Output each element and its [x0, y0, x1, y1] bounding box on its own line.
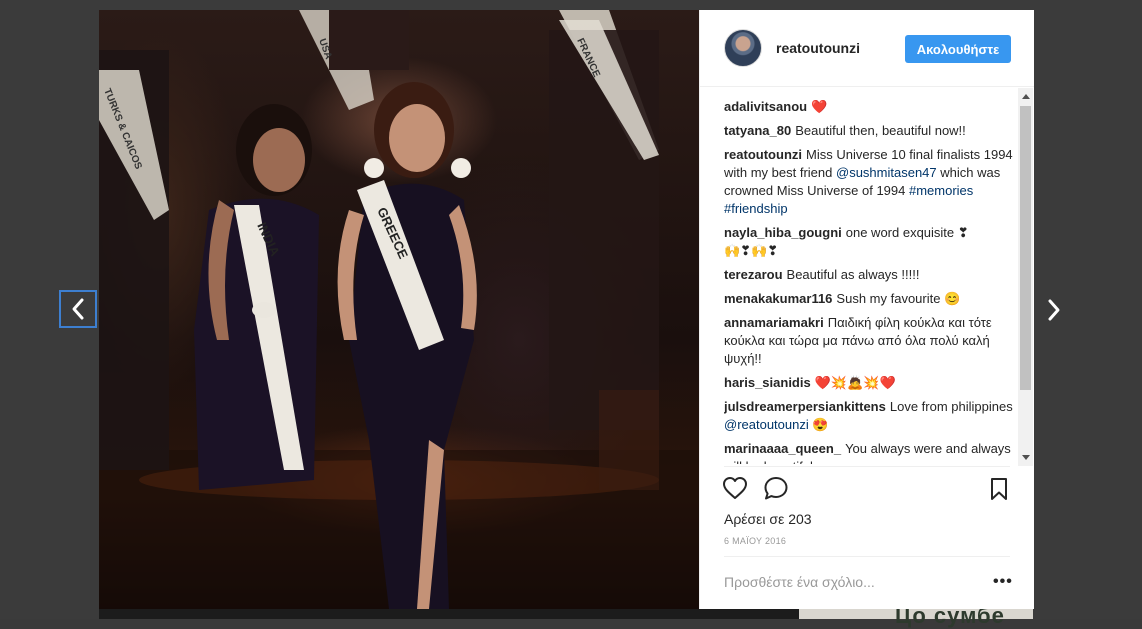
comment-emoji: ❤️💥🙇💥❤️: [814, 375, 896, 390]
chevron-right-icon: [1048, 299, 1060, 321]
comment-username[interactable]: annamariamakri: [724, 315, 824, 330]
comment-emoji: 😍: [812, 417, 829, 432]
comments-list[interactable]: adalivitsanou ❤️ tatyana_80 Beautiful then…: [724, 98, 1016, 464]
comment-text: Beautiful then, beautiful now!!: [795, 123, 966, 138]
comment-username[interactable]: reatoutounzi: [724, 147, 802, 162]
comment-username[interactable]: julsdreamerpersiankittens: [724, 399, 886, 414]
hashtag-link[interactable]: #friendship: [724, 201, 788, 216]
post-photo[interactable]: INDIA GREECE TURKS & CAICOS USA FRANCE: [99, 10, 699, 609]
comment-item: adalivitsanou ❤️: [724, 98, 1016, 116]
heart-icon: [723, 477, 747, 499]
likes-count[interactable]: Αρέσει σε 203: [724, 511, 812, 527]
comment-emoji: 😊: [944, 291, 961, 306]
scroll-down-icon[interactable]: [1022, 455, 1030, 460]
chevron-left-icon: [72, 298, 84, 320]
scroll-up-icon[interactable]: [1022, 94, 1030, 99]
comment-username[interactable]: nayla_hiba_gougni: [724, 225, 842, 240]
comment-username[interactable]: tatyana_80: [724, 123, 791, 138]
comment-item: marinaaaa_queen_ You always were and alwa…: [724, 440, 1016, 464]
comment-username[interactable]: marinaaaa_queen_: [724, 441, 841, 456]
comments-scrollbar[interactable]: [1018, 88, 1033, 466]
save-button[interactable]: [989, 477, 1009, 506]
comment-text: one word exquisite ❣: [845, 225, 969, 240]
post-date[interactable]: 6 ΜΑΪΟΥ 2016: [724, 536, 786, 546]
comment-emoji: 🙌❣🙌❣: [724, 243, 779, 258]
comment-text: Beautiful as always !!!!!: [786, 267, 920, 282]
comment-mention[interactable]: @sushmitasen47: [836, 165, 937, 180]
comment-item: terezarou Beautiful as always !!!!!: [724, 266, 1016, 284]
comment-item: menakakumar116 Sush my favourite 😊: [724, 290, 1016, 308]
comment-username[interactable]: menakakumar116: [724, 291, 832, 306]
photo-illustration: INDIA GREECE TURKS & CAICOS USA FRANCE: [99, 10, 699, 609]
more-options-button[interactable]: •••: [993, 573, 1013, 591]
comment-item: haris_sianidis ❤️💥🙇💥❤️: [724, 374, 1016, 392]
comment-button[interactable]: [763, 476, 789, 506]
previous-post-button[interactable]: [59, 290, 97, 328]
divider: [724, 556, 1010, 557]
bookmark-icon: [991, 478, 1007, 500]
post-username[interactable]: reatoutounzi: [776, 40, 860, 56]
post-header: reatoutounzi Ακολουθήστε: [700, 10, 1034, 87]
comment-username[interactable]: terezarou: [724, 267, 783, 282]
comment-emoji: ❤️: [811, 99, 828, 114]
like-button[interactable]: [722, 476, 748, 505]
post-details-panel: reatoutounzi Ακολουθήστε adalivitsanou ❤️…: [699, 10, 1034, 609]
comment-username[interactable]: adalivitsanou: [724, 99, 807, 114]
comment-mention[interactable]: @reatoutounzi: [724, 417, 809, 432]
comment-username[interactable]: haris_sianidis: [724, 375, 811, 390]
next-post-button[interactable]: [1040, 292, 1068, 328]
divider: [724, 466, 1010, 467]
comment-text: Sush my favourite: [836, 291, 941, 306]
comment-item: reatoutounzi Miss Universe 10 final final…: [724, 146, 1016, 218]
add-comment-input[interactable]: [724, 572, 964, 592]
comment-text: Love from philippines: [889, 399, 1013, 414]
avatar[interactable]: [724, 29, 762, 67]
comment-item: tatyana_80 Beautiful then, beautiful now!…: [724, 122, 1016, 140]
hashtag-link[interactable]: #memories: [909, 183, 973, 198]
background-page-peek: Цо сумбе: [99, 603, 1033, 628]
comment-item: julsdreamerpersiankittens Love from phili…: [724, 398, 1016, 434]
comment-item: annamariamakri Παιδική φίλη κούκλα και τό…: [724, 314, 1016, 368]
comment-icon: [764, 477, 788, 500]
comment-item: nayla_hiba_gougni one word exquisite ❣ 🙌❣…: [724, 224, 1016, 260]
scrollbar-thumb[interactable]: [1020, 106, 1031, 390]
follow-button[interactable]: Ακολουθήστε: [905, 35, 1011, 63]
